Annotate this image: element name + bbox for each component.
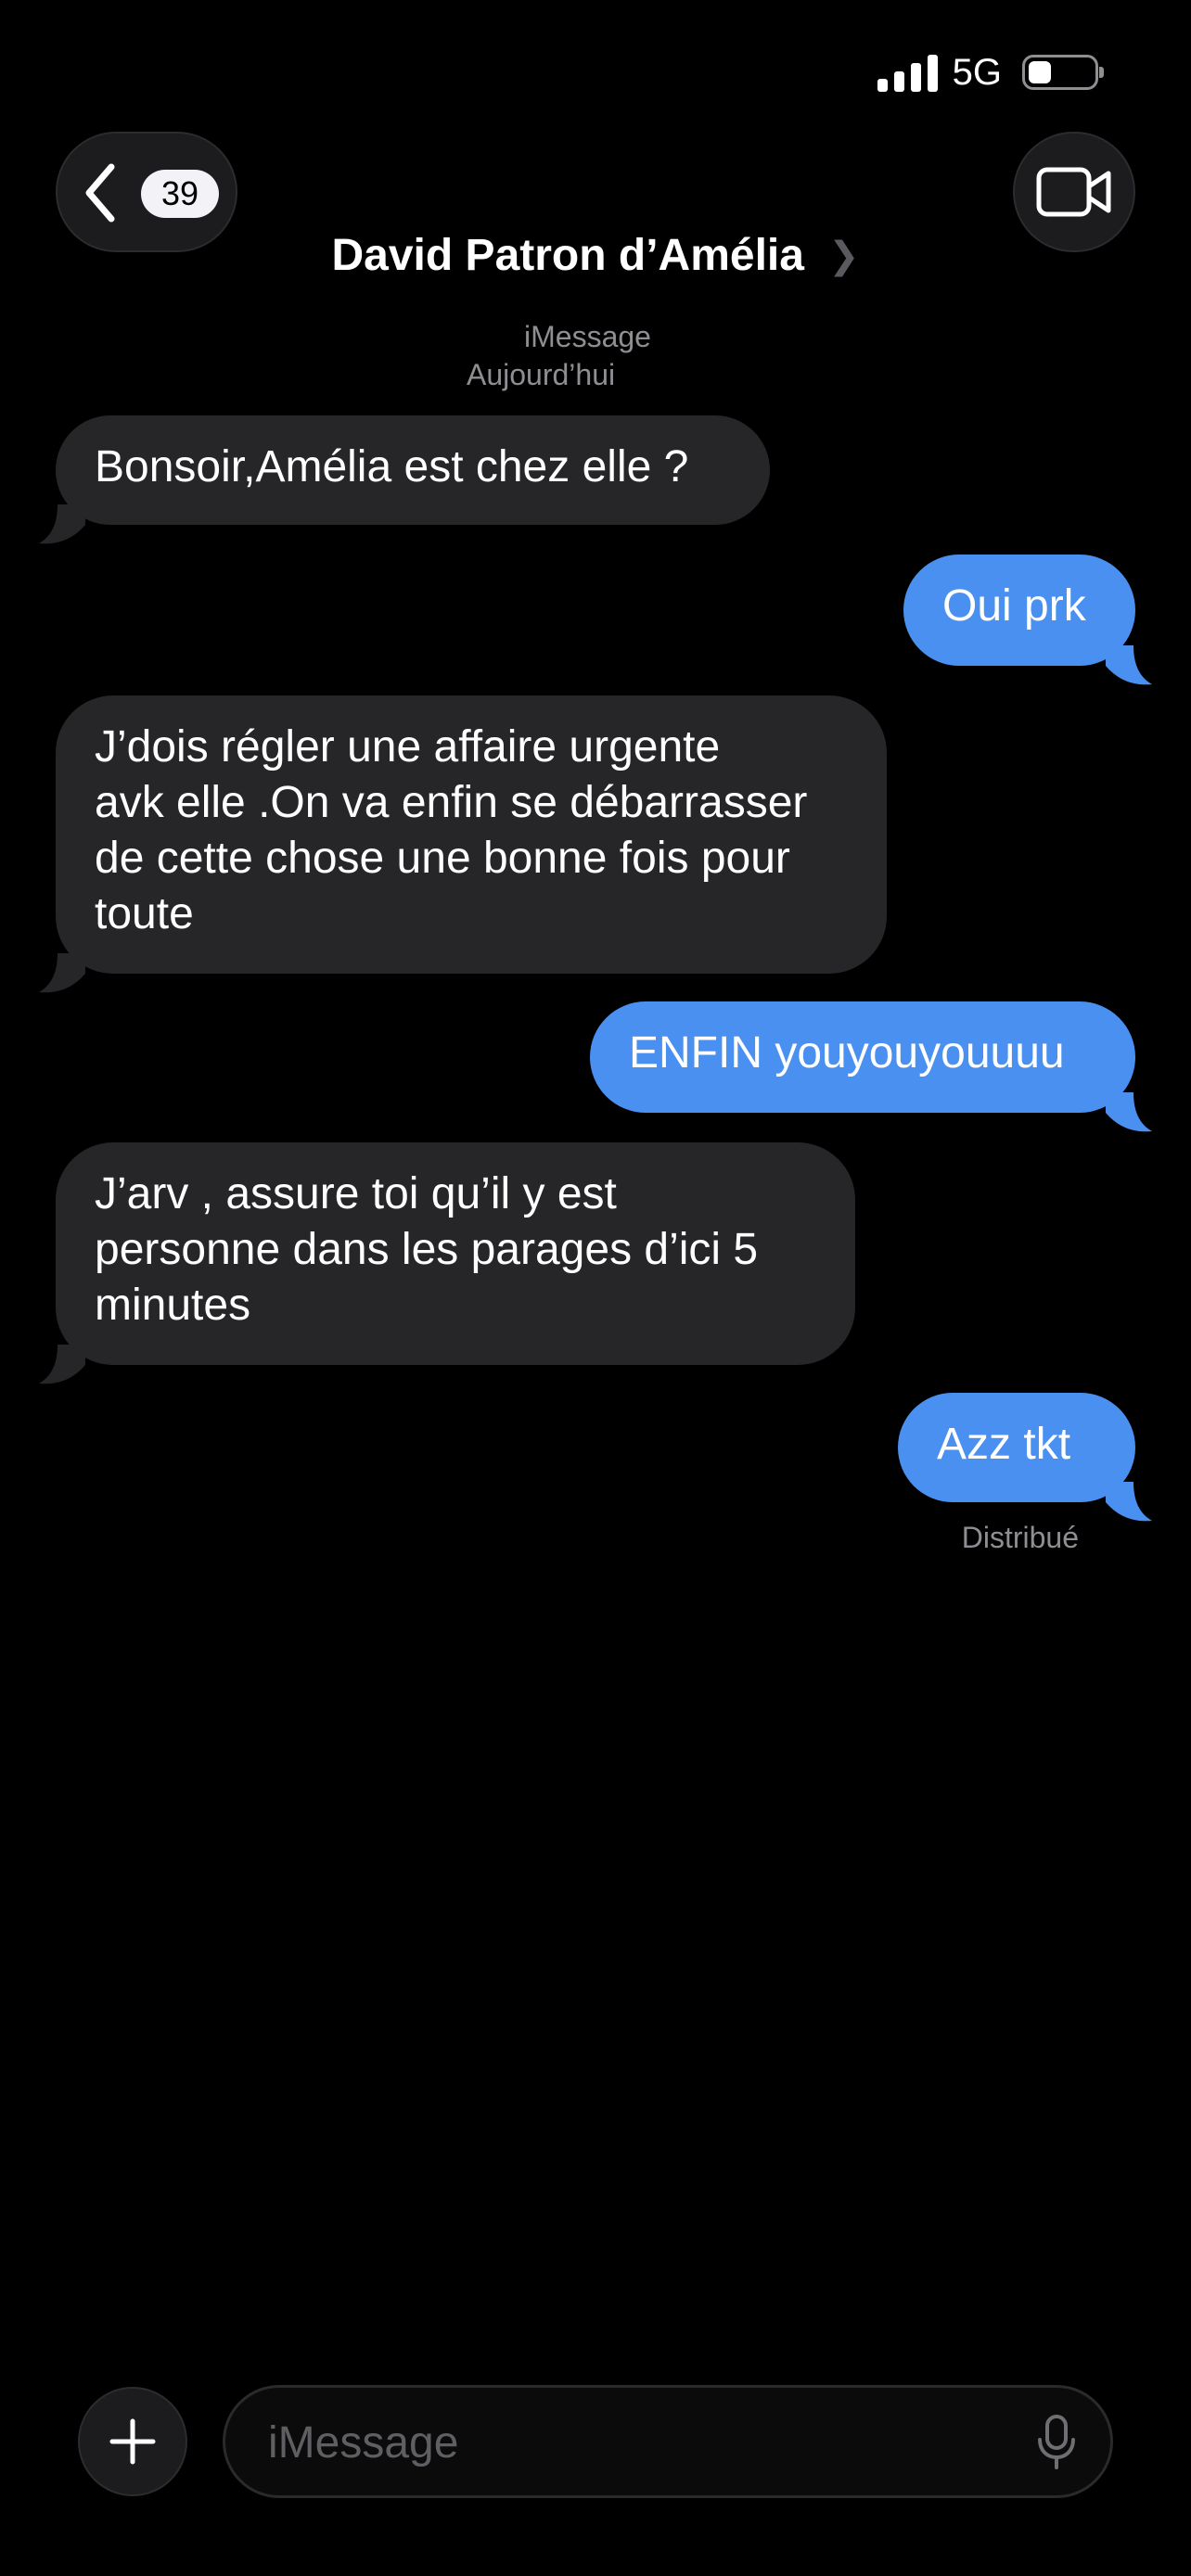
unread-count-badge: 39: [141, 170, 219, 218]
message-text: J’arv , assure toi qu’il y est personne …: [95, 1169, 759, 1330]
bubble-tail: [1106, 645, 1152, 685]
video-camera-icon: [1036, 167, 1111, 217]
message-bubble-received[interactable]: J’arv , assure toi qu’il y est personne …: [39, 1142, 855, 1384]
message-bubble-sent[interactable]: Azz tkt: [898, 1393, 1152, 1522]
delivery-status: Distribué: [961, 1521, 1079, 1554]
contact-name: David Patron d’Amélia: [331, 231, 804, 280]
battery-icon: [1022, 55, 1104, 90]
microphone-icon[interactable]: [1036, 2414, 1077, 2471]
message-text: Oui prk: [942, 581, 1086, 631]
message-text: ENFIN youyouyouuuu: [629, 1028, 1065, 1078]
message-text: Azz tkt: [937, 1420, 1071, 1469]
message-bubble-received[interactable]: Bonsoir,Amélia est chez elle ?: [39, 415, 770, 544]
bubble-tail: [39, 953, 85, 993]
plus-icon: [109, 2418, 156, 2465]
message-bubble-sent[interactable]: ENFIN youyouyouuuu: [590, 1001, 1152, 1132]
cellular-signal-icon: [877, 53, 938, 92]
bubble-tail: [1106, 1092, 1152, 1132]
message-bubble-sent[interactable]: Oui prk: [903, 555, 1152, 685]
bubble-tail: [39, 504, 85, 544]
network-type: 5G: [952, 51, 1002, 93]
chevron-left-icon: [85, 163, 115, 223]
chevron-right-icon: ❯: [827, 236, 860, 276]
bubble-tail: [1106, 1482, 1152, 1522]
status-bar: 5G: [877, 46, 1104, 98]
message-composer: [223, 2385, 1113, 2498]
message-bubble-received[interactable]: J’dois régler une affaire urgente avk el…: [39, 695, 887, 993]
contact-name-button[interactable]: David Patron d’Amélia ❯: [0, 230, 1191, 281]
battery-level: [1029, 61, 1051, 83]
service-label: iMessage: [524, 320, 651, 353]
message-input[interactable]: [266, 2388, 993, 2497]
bubble-tail: [39, 1345, 85, 1384]
apps-plus-button[interactable]: [78, 2387, 187, 2496]
message-text: Bonsoir,Amélia est chez elle ?: [95, 442, 689, 491]
date-separator: Aujourd’hui: [467, 358, 616, 391]
message-text: J’dois régler une affaire urgente avk el…: [95, 722, 808, 938]
